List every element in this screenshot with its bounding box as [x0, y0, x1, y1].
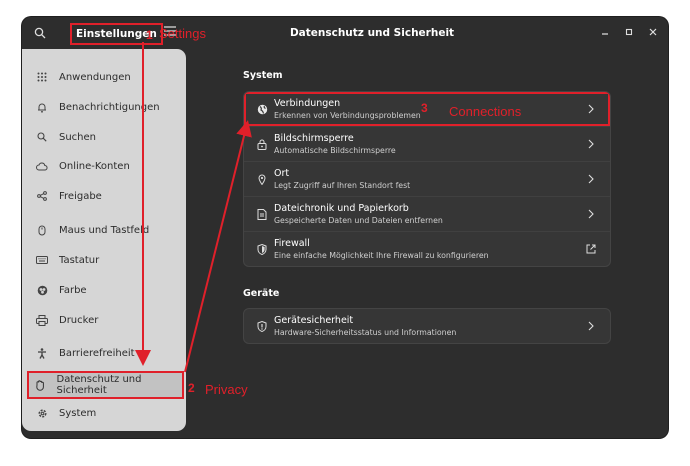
- annotation-number-1: 1: [146, 28, 153, 42]
- arrow-privacy-to-connections: [184, 120, 252, 373]
- annotation-arrows: [135, 42, 252, 373]
- annotation-number-2: 2: [188, 381, 195, 395]
- annotation-label-privacy: Privacy: [205, 382, 248, 397]
- annotation-label-settings: Settings: [159, 26, 206, 41]
- annotation-number-3: 3: [421, 101, 428, 115]
- annotation-label-connections: Connections: [449, 104, 522, 119]
